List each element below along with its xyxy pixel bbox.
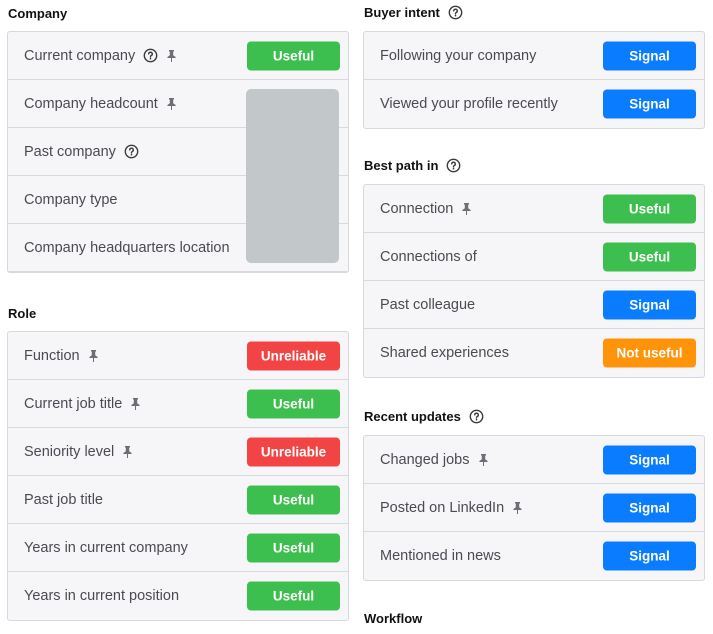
useful-badge[interactable]: Useful	[247, 41, 340, 70]
useful-badge[interactable]: Useful	[603, 242, 696, 271]
filter-row-connections-of: Connections of Useful	[364, 233, 704, 281]
filter-label: Connection	[380, 200, 454, 217]
filter-row-following-your-company: Following your company Signal	[364, 32, 704, 80]
recent-updates-title: Recent updates	[364, 409, 461, 424]
pin-icon[interactable]	[478, 453, 489, 466]
filter-label: Current company	[24, 47, 136, 64]
pin-icon[interactable]	[461, 202, 472, 215]
filter-row-current-company: Current company Useful	[8, 32, 348, 80]
useful-badge[interactable]: Useful	[247, 533, 340, 562]
unreliable-badge[interactable]: Unreliable	[247, 437, 340, 466]
filter-row-connection: Connection Useful	[364, 185, 704, 233]
best-path-card: Connection Useful Connections of Useful …	[363, 184, 705, 378]
filter-row-years-in-current-company: Years in current company Useful	[8, 524, 348, 572]
help-icon[interactable]	[124, 144, 139, 159]
filter-label: Years in current company	[24, 539, 188, 556]
filter-label: Function	[24, 347, 80, 364]
filter-row-current-job-title: Current job title Useful	[8, 380, 348, 428]
filter-label: Past colleague	[380, 296, 476, 313]
filter-label: Following your company	[380, 47, 537, 64]
pin-icon[interactable]	[88, 349, 99, 362]
signal-badge[interactable]: Signal	[603, 541, 696, 571]
filter-row-posted-on-linkedin: Posted on LinkedIn Signal	[364, 484, 704, 532]
filter-row-years-in-current-position: Years in current position Useful	[8, 572, 348, 620]
signal-badge[interactable]: Signal	[603, 290, 696, 319]
pin-icon[interactable]	[166, 49, 177, 62]
filter-label: Years in current position	[24, 588, 180, 604]
recent-updates-section-title: Recent updates	[364, 409, 484, 424]
signal-badge[interactable]: Signal	[603, 445, 696, 474]
filter-label: Company headquarters location	[24, 239, 230, 256]
filter-row-seniority-level: Seniority level Unreliable	[8, 428, 348, 476]
signal-badge[interactable]: Signal	[603, 41, 696, 70]
pin-icon[interactable]	[166, 97, 177, 110]
not-useful-badge[interactable]: Not useful	[603, 338, 696, 368]
filter-row-past-job-title: Past job title Useful	[8, 476, 348, 524]
filter-label: Current job title	[24, 395, 123, 412]
filter-label: Viewed your profile recently	[380, 96, 558, 112]
filter-row-viewed-your-profile: Viewed your profile recently Signal	[364, 80, 704, 128]
pin-icon[interactable]	[512, 501, 523, 514]
unreliable-badge[interactable]: Unreliable	[247, 341, 340, 370]
best-path-title: Best path in	[364, 158, 439, 173]
best-path-section-title: Best path in	[364, 158, 461, 173]
filter-label: Posted on LinkedIn	[380, 499, 505, 516]
filter-row-past-colleague: Past colleague Signal	[364, 281, 704, 329]
useful-badge[interactable]: Useful	[247, 389, 340, 418]
role-section-title: Role	[8, 306, 36, 321]
filter-row-mentioned-in-news: Mentioned in news Signal	[364, 532, 704, 580]
help-icon[interactable]	[448, 5, 463, 20]
filter-row-changed-jobs: Changed jobs Signal	[364, 436, 704, 484]
signal-badge[interactable]: Signal	[603, 89, 696, 119]
company-title: Company	[8, 6, 68, 21]
filter-label: Connections of	[380, 248, 477, 265]
help-icon[interactable]	[446, 158, 461, 173]
pin-icon[interactable]	[122, 445, 133, 458]
role-title: Role	[8, 306, 37, 321]
filter-label: Past job title	[24, 491, 103, 508]
buyer-intent-title: Buyer intent	[364, 5, 440, 20]
useful-badge[interactable]: Useful	[247, 485, 340, 514]
pin-icon[interactable]	[130, 397, 141, 410]
help-icon[interactable]	[469, 409, 484, 424]
redacted-block	[246, 89, 339, 263]
workflow-title: Workflow	[364, 611, 423, 626]
filter-row-shared-experiences: Shared experiences Not useful	[364, 329, 704, 377]
buyer-intent-card: Following your company Signal Viewed you…	[363, 31, 705, 129]
filter-label: Changed jobs	[380, 451, 470, 468]
useful-badge[interactable]: Useful	[247, 581, 340, 611]
help-icon[interactable]	[143, 48, 158, 63]
filter-label: Mentioned in news	[380, 548, 501, 564]
role-card: Function Unreliable Current job title Us…	[7, 331, 349, 621]
filter-label: Seniority level	[24, 443, 115, 460]
filter-row-function: Function Unreliable	[8, 332, 348, 380]
company-card: Current company Useful Company headcount…	[7, 31, 349, 273]
filter-label: Past company	[24, 143, 116, 160]
buyer-intent-section-title: Buyer intent	[364, 5, 463, 20]
signal-badge[interactable]: Signal	[603, 493, 696, 522]
useful-badge[interactable]: Useful	[603, 194, 696, 223]
recent-updates-card: Changed jobs Signal Posted on LinkedIn S…	[363, 435, 705, 581]
filter-label: Shared experiences	[380, 345, 509, 361]
company-section-title: Company	[8, 6, 67, 21]
filter-label: Company headcount	[24, 95, 158, 112]
workflow-section-title: Workflow	[364, 611, 422, 626]
filter-label: Company type	[24, 191, 118, 208]
